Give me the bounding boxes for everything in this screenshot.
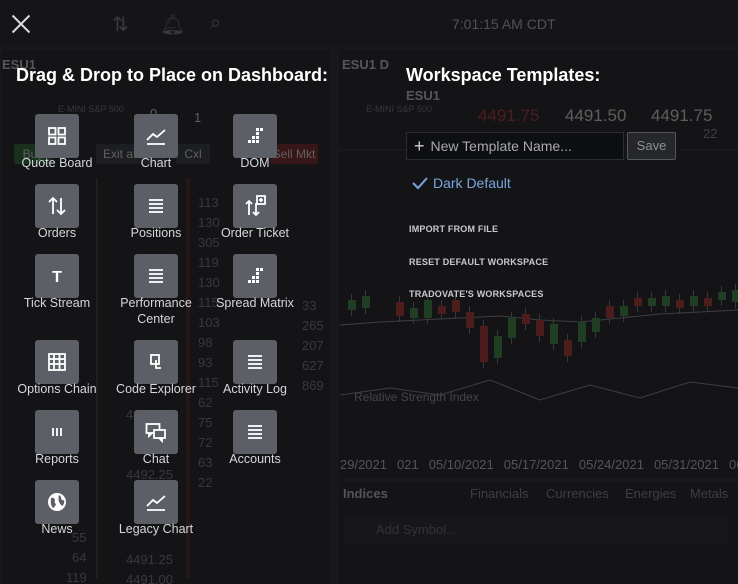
accounts-icon	[248, 425, 262, 439]
orders-icon	[48, 196, 66, 216]
widget-chat[interactable]: Chat	[104, 410, 208, 467]
widget-news[interactable]: News	[5, 480, 109, 537]
widget-icon-box	[35, 340, 79, 384]
drag-drop-title: Drag & Drop to Place on Dashboard:	[16, 65, 329, 85]
widget-order-ticket[interactable]: Order Ticket	[203, 184, 307, 241]
widget-label: Tick Stream	[23, 296, 91, 310]
widget-icon-box	[134, 410, 178, 454]
widget-tick-stream[interactable]: T Tick Stream	[5, 254, 109, 311]
tradovate-workspaces-link[interactable]: TRADOVATE'S WORKSPACES	[409, 289, 544, 299]
widget-orders[interactable]: Orders	[5, 184, 109, 241]
chart-icon	[146, 129, 166, 145]
widget-label: Legacy Chart	[118, 522, 194, 536]
close-icon[interactable]	[10, 13, 32, 35]
widget-label: Code Explorer	[116, 382, 196, 396]
widget-icon-box	[233, 254, 277, 298]
positions-icon	[149, 199, 163, 213]
new-template-field[interactable]: +	[406, 132, 624, 160]
widget-icon-box	[35, 184, 79, 228]
widget-chart[interactable]: Chart	[104, 114, 208, 171]
widget-code-explorer[interactable]: Code Explorer	[104, 340, 208, 397]
widget-icon-box	[233, 410, 277, 454]
code-explorer-icon	[150, 354, 161, 369]
widget-icon-box	[233, 184, 277, 228]
widget-label: Options Chain	[17, 382, 97, 396]
order-ticket-icon	[245, 195, 266, 217]
widget-icon-box	[134, 480, 178, 524]
widget-reports[interactable]: Reports	[5, 410, 109, 467]
widget-accounts[interactable]: Accounts	[203, 410, 307, 467]
svg-text:T: T	[52, 269, 62, 286]
widget-icon-box	[134, 114, 178, 158]
widget-icon-box	[134, 254, 178, 298]
widget-icon-box	[134, 340, 178, 384]
activity-log-icon	[248, 355, 262, 369]
widget-label: Orders	[37, 226, 77, 240]
widget-legacy-chart[interactable]: Legacy Chart	[104, 480, 208, 537]
widget-label: DOM	[240, 156, 270, 170]
tick-stream-icon: T	[52, 269, 62, 286]
dom-icon	[248, 128, 263, 143]
widget-icon-box	[35, 480, 79, 524]
widget-label: News	[41, 522, 73, 536]
options-chain-icon	[48, 353, 66, 371]
widget-label: Chart	[140, 156, 172, 170]
widget-spread-matrix[interactable]: Spread Matrix	[203, 254, 307, 311]
widget-label: Reports	[35, 452, 79, 466]
template-name: Dark Default	[433, 175, 511, 191]
workspace-overlay: Drag & Drop to Place on Dashboard: Quote…	[0, 0, 738, 584]
legacy-chart-icon	[146, 495, 166, 511]
widget-label: Activity Log	[223, 382, 287, 396]
widget-label: Quote Board	[21, 156, 93, 170]
performance-center-icon	[149, 269, 163, 283]
widget-options-chain[interactable]: Options Chain	[5, 340, 109, 397]
check-icon	[412, 177, 428, 190]
news-icon	[48, 493, 66, 511]
reports-icon	[52, 428, 62, 436]
quote-board-icon	[48, 127, 66, 145]
plus-icon: +	[414, 136, 425, 156]
widget-icon-box: T	[35, 254, 79, 298]
widget-performance-center[interactable]: Performance Center	[104, 254, 208, 327]
template-dark-default[interactable]: Dark Default	[411, 175, 511, 191]
widget-icon-box	[233, 340, 277, 384]
reset-default-workspace-link[interactable]: RESET DEFAULT WORKSPACE	[409, 257, 548, 267]
widget-positions[interactable]: Positions	[104, 184, 208, 241]
spread-matrix-icon	[248, 268, 263, 283]
widget-label: Chat	[142, 452, 170, 466]
templates-title: Workspace Templates:	[406, 65, 601, 85]
save-button[interactable]: Save	[627, 132, 676, 160]
widget-icon-box	[233, 114, 277, 158]
widget-label: Positions	[130, 226, 182, 240]
import-from-file-link[interactable]: IMPORT FROM FILE	[409, 224, 498, 234]
widget-quote-board[interactable]: Quote Board	[5, 114, 109, 171]
widget-activity-log[interactable]: Activity Log	[203, 340, 307, 397]
widget-label: Order Ticket	[220, 226, 290, 240]
widget-icon-box	[134, 184, 178, 228]
widget-icon-box	[35, 410, 79, 454]
widget-label: Spread Matrix	[216, 296, 294, 310]
widget-label: Performance Center	[120, 296, 192, 326]
new-template-input[interactable]	[430, 138, 611, 154]
chat-icon	[145, 423, 166, 443]
widget-label: Accounts	[229, 452, 281, 466]
widget-icon-box	[35, 114, 79, 158]
widget-dom[interactable]: DOM	[203, 114, 307, 171]
